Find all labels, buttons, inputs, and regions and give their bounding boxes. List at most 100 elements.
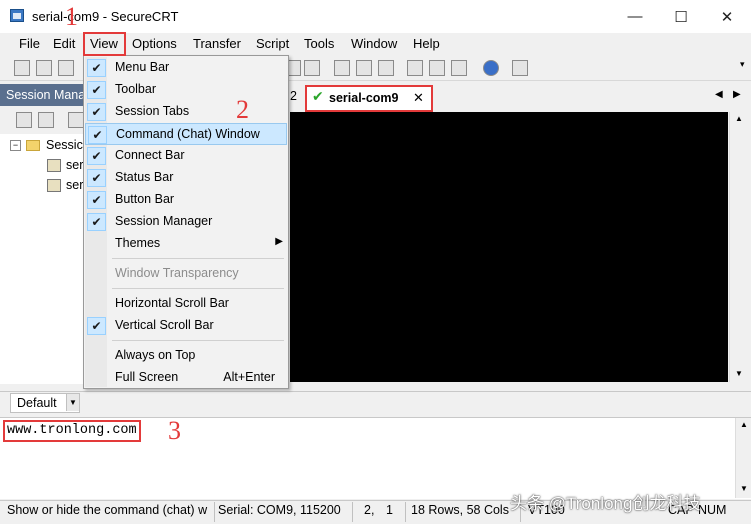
menu-item-full-screen[interactable]: Full Screen Alt+Enter bbox=[85, 367, 287, 389]
menu-separator bbox=[112, 288, 284, 289]
tab-label: serial-com9 bbox=[329, 91, 399, 105]
menu-item-command-chat-window[interactable]: ✔ Command (Chat) Window bbox=[85, 123, 287, 145]
quick-connect-icon[interactable] bbox=[36, 60, 52, 76]
chevron-down-icon[interactable]: ▼ bbox=[66, 394, 79, 411]
help-icon[interactable] bbox=[483, 60, 499, 76]
status-divider bbox=[405, 502, 406, 522]
submenu-arrow-icon: ▶ bbox=[275, 236, 283, 247]
scroll-down-icon[interactable]: ▼ bbox=[735, 369, 743, 378]
print-screen-icon[interactable] bbox=[378, 60, 394, 76]
minimize-icon: — bbox=[627, 8, 643, 25]
watermark: 头条 @Tronlong创龙科技 bbox=[510, 494, 701, 513]
window-title: serial-com9 - SecureCRT bbox=[32, 9, 179, 24]
menu-options[interactable]: Options bbox=[130, 36, 179, 53]
tab-scroll-left-icon[interactable]: ◀ bbox=[715, 89, 723, 100]
menu-item-session-manager[interactable]: ✔ Session Manager bbox=[85, 211, 287, 233]
connect-icon[interactable] bbox=[14, 60, 30, 76]
session-manager-pane: Session Mana − Sessic ser ser bbox=[0, 84, 87, 384]
menu-item-window-transparency: Window Transparency bbox=[115, 266, 239, 280]
folder-icon bbox=[26, 140, 40, 151]
menu-file[interactable]: File bbox=[17, 36, 42, 53]
tab-scroll-right-icon[interactable]: ▶ bbox=[733, 89, 741, 100]
checkmark-icon: ✔ bbox=[87, 103, 106, 121]
tab-serial-com9[interactable]: ✔ serial-com9 ✕ bbox=[305, 85, 433, 112]
chat-vertical-scrollbar[interactable]: ▲ ▼ bbox=[735, 418, 751, 498]
status-divider bbox=[214, 502, 215, 522]
status-row: 2, bbox=[364, 503, 375, 517]
menu-item-vertical-scroll-bar[interactable]: ✔ Vertical Scroll Bar bbox=[85, 315, 287, 337]
view-menu-highlight-box bbox=[83, 32, 126, 56]
menu-tools[interactable]: Tools bbox=[302, 36, 336, 53]
status-num: NUM bbox=[698, 503, 727, 517]
tab-close-icon[interactable]: ✕ bbox=[413, 90, 424, 106]
menu-separator bbox=[112, 258, 284, 259]
maximize-icon: ☐ bbox=[674, 8, 688, 26]
checkmark-icon: ✔ bbox=[87, 191, 106, 209]
chat-input-text[interactable]: www.tronlong.com bbox=[3, 420, 141, 442]
status-hint: Show or hide the command (chat) w bbox=[7, 503, 208, 517]
global-options-icon[interactable] bbox=[429, 60, 445, 76]
minimize-button[interactable]: — bbox=[612, 0, 658, 33]
status-col: 1 bbox=[386, 503, 393, 517]
menu-item-menu-bar[interactable]: ✔ Menu Bar bbox=[85, 57, 287, 79]
checkmark-icon: ✔ bbox=[87, 317, 106, 335]
session-icon bbox=[47, 159, 61, 172]
shortcut-label: Alt+Enter bbox=[223, 370, 275, 384]
menu-window[interactable]: Window bbox=[349, 36, 399, 53]
checkmark-icon: ✔ bbox=[88, 126, 107, 144]
screen-icon[interactable] bbox=[512, 60, 528, 76]
menu-item-always-on-top[interactable]: Always on Top bbox=[85, 345, 287, 367]
terminal-screen[interactable] bbox=[290, 112, 728, 382]
checkmark-icon: ✔ bbox=[87, 81, 106, 99]
menu-item-horizontal-scroll-bar[interactable]: Horizontal Scroll Bar bbox=[85, 293, 287, 315]
session-icon bbox=[47, 179, 61, 192]
connected-check-icon: ✔ bbox=[312, 88, 324, 104]
checkmark-icon: ✔ bbox=[87, 147, 106, 165]
annotation-3: 3 bbox=[168, 416, 181, 445]
menu-script[interactable]: Script bbox=[254, 36, 291, 53]
tab-prefix: 2 bbox=[290, 89, 297, 103]
print-selection-icon[interactable] bbox=[356, 60, 372, 76]
menu-transfer[interactable]: Transfer bbox=[191, 36, 243, 53]
annotation-2: 2 bbox=[236, 95, 249, 124]
annotation-1: 1 bbox=[65, 2, 78, 31]
terminal-vertical-scrollbar[interactable]: ▲ ▼ bbox=[729, 112, 747, 382]
connect-session-icon[interactable] bbox=[16, 112, 32, 128]
menu-edit[interactable]: Edit bbox=[51, 36, 77, 53]
connect-tab-icon[interactable] bbox=[58, 60, 74, 76]
status-divider bbox=[352, 502, 353, 522]
menu-item-connect-bar[interactable]: ✔ Connect Bar bbox=[85, 145, 287, 167]
menu-item-themes[interactable]: Themes ▶ bbox=[85, 233, 287, 255]
menu-separator bbox=[112, 340, 284, 341]
status-size: 18 Rows, 58 Cols bbox=[411, 503, 509, 517]
checkmark-icon: ✔ bbox=[87, 169, 106, 187]
menu-item-status-bar[interactable]: ✔ Status Bar bbox=[85, 167, 287, 189]
menu-item-toolbar[interactable]: ✔ Toolbar bbox=[85, 79, 287, 101]
view-menu-dropdown: ✔ Menu Bar ✔ Toolbar ✔ Session Tabs ✔ Co… bbox=[83, 55, 289, 389]
scroll-up-icon[interactable]: ▲ bbox=[740, 420, 748, 429]
scroll-up-icon[interactable]: ▲ bbox=[735, 114, 743, 123]
close-button[interactable]: ✕ bbox=[704, 0, 750, 33]
maximize-button[interactable]: ☐ bbox=[658, 0, 704, 33]
print-icon[interactable] bbox=[334, 60, 350, 76]
menu-item-session-tabs[interactable]: ✔ Session Tabs bbox=[85, 101, 287, 123]
menu-item-button-bar[interactable]: ✔ Button Bar bbox=[85, 189, 287, 211]
session-options-icon[interactable] bbox=[407, 60, 423, 76]
star-icon[interactable] bbox=[68, 112, 84, 128]
title-bar: serial-com9 - SecureCRT — ☐ ✕ bbox=[0, 0, 751, 33]
checkmark-icon: ✔ bbox=[87, 59, 106, 77]
scroll-down-icon[interactable]: ▼ bbox=[740, 484, 748, 493]
binoculars-icon[interactable] bbox=[304, 60, 320, 76]
toolbar-overflow-icon[interactable]: ▾ bbox=[740, 59, 745, 70]
tree-collapse-icon[interactable]: − bbox=[10, 140, 21, 151]
tree-root-label[interactable]: Sessic bbox=[46, 138, 83, 152]
securecrt-app-icon bbox=[10, 9, 24, 22]
session-manager-toolbar bbox=[0, 106, 87, 134]
menu-help[interactable]: Help bbox=[411, 36, 442, 53]
checkmark-icon: ✔ bbox=[87, 213, 106, 231]
tree-item-session[interactable]: ser bbox=[66, 158, 83, 172]
key-icon[interactable] bbox=[451, 60, 467, 76]
tree-item-session[interactable]: ser bbox=[66, 178, 83, 192]
session-manager-header: Session Mana bbox=[0, 84, 87, 106]
new-session-icon[interactable] bbox=[38, 112, 54, 128]
